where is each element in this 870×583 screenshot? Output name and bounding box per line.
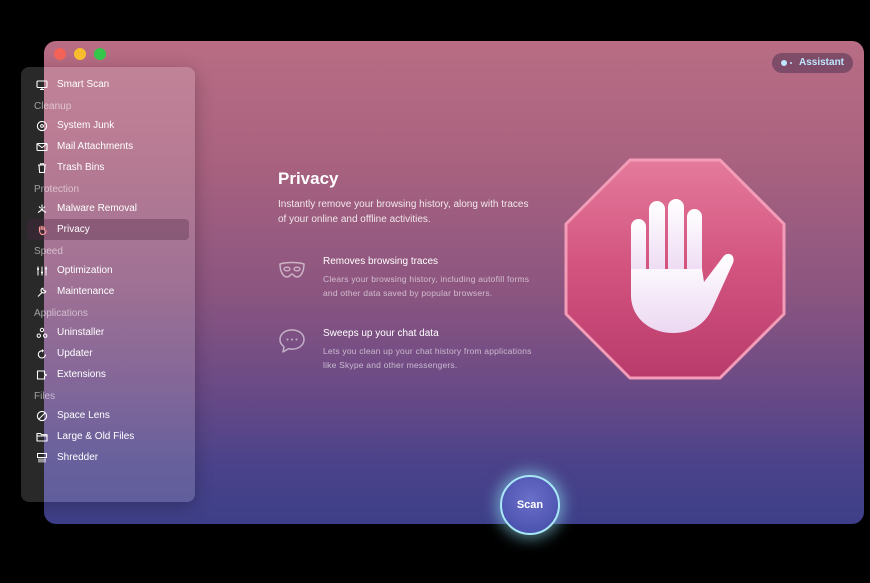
sidebar-item-malware-removal[interactable]: Malware Removal bbox=[27, 198, 189, 219]
sidebar-item-system-junk[interactable]: System Junk bbox=[27, 115, 189, 136]
sidebar-item-label: Updater bbox=[57, 348, 93, 359]
section-speed: Speed bbox=[34, 246, 63, 257]
page-subtitle: Instantly remove your browsing history, … bbox=[278, 199, 529, 225]
mask-icon bbox=[277, 258, 307, 284]
feature-chat-data: Sweeps up your chat data Lets you clean … bbox=[323, 328, 538, 372]
feature-browsing-traces: Removes browsing traces Clears your brow… bbox=[323, 256, 538, 300]
uninstaller-icon bbox=[35, 326, 48, 339]
sidebar-item-extensions[interactable]: Extensions bbox=[27, 364, 189, 385]
sidebar: Smart Scan Cleanup System Junk Mail Atta… bbox=[21, 67, 195, 502]
assistant-button[interactable]: Assistant bbox=[772, 53, 853, 73]
traffic-lights bbox=[54, 48, 106, 60]
section-cleanup: Cleanup bbox=[34, 101, 72, 112]
minimize-window-button[interactable] bbox=[74, 48, 86, 60]
section-files: Files bbox=[34, 391, 56, 402]
monitor-icon bbox=[35, 78, 48, 91]
feature-description: Lets you clean up your chat history from… bbox=[323, 346, 532, 370]
sidebar-item-maintenance[interactable]: Maintenance bbox=[27, 281, 189, 302]
feature-title: Removes browsing traces bbox=[323, 256, 439, 267]
sidebar-item-label: Smart Scan bbox=[57, 79, 110, 90]
extensions-icon bbox=[35, 368, 48, 381]
sidebar-item-label: Trash Bins bbox=[57, 162, 105, 173]
scan-button-wrapper: Scan bbox=[487, 462, 573, 548]
sidebar-item-shredder[interactable]: Shredder bbox=[27, 447, 189, 468]
sidebar-item-space-lens[interactable]: Space Lens bbox=[27, 405, 189, 426]
scan-label: Scan bbox=[516, 499, 544, 511]
biohazard-icon bbox=[35, 202, 48, 215]
sidebar-item-label: Uninstaller bbox=[57, 327, 105, 338]
lens-icon bbox=[35, 409, 48, 422]
assistant-small-dot-icon bbox=[790, 62, 792, 64]
sidebar-item-optimization[interactable]: Optimization bbox=[27, 260, 189, 281]
sidebar-item-label: Shredder bbox=[57, 452, 99, 463]
sidebar-item-trash-bins[interactable]: Trash Bins bbox=[27, 157, 189, 178]
sliders-icon bbox=[35, 264, 48, 277]
sidebar-item-label: Malware Removal bbox=[57, 203, 138, 214]
page-title: Privacy bbox=[278, 169, 339, 188]
trash-icon bbox=[35, 161, 48, 174]
chat-bubble-icon bbox=[277, 327, 307, 353]
shredder-icon bbox=[35, 451, 48, 464]
sidebar-item-large-old-files[interactable]: Large & Old Files bbox=[27, 426, 189, 447]
feature-description: Clears your browsing history, including … bbox=[323, 274, 530, 298]
stop-hand-icon bbox=[563, 157, 787, 381]
feature-title: Sweeps up your chat data bbox=[323, 328, 439, 339]
sidebar-item-uninstaller[interactable]: Uninstaller bbox=[27, 322, 189, 343]
sidebar-item-label: Large & Old Files bbox=[57, 431, 135, 442]
section-protection: Protection bbox=[34, 184, 80, 195]
sidebar-item-label: Space Lens bbox=[57, 410, 110, 421]
scan-button[interactable]: Scan bbox=[500, 475, 560, 535]
updater-icon bbox=[35, 347, 48, 360]
sidebar-item-privacy[interactable]: Privacy bbox=[27, 219, 189, 240]
sidebar-item-label: System Junk bbox=[57, 120, 115, 131]
sidebar-item-label: Maintenance bbox=[57, 286, 115, 297]
assistant-dot-icon bbox=[781, 60, 787, 66]
hand-icon bbox=[35, 223, 48, 236]
wrench-icon bbox=[35, 285, 48, 298]
sidebar-item-label: Mail Attachments bbox=[57, 141, 134, 152]
sidebar-item-label: Privacy bbox=[57, 224, 90, 235]
sidebar-item-mail-attachments[interactable]: Mail Attachments bbox=[27, 136, 189, 157]
close-window-button[interactable] bbox=[54, 48, 66, 60]
sidebar-item-label: Extensions bbox=[57, 369, 106, 380]
envelope-icon bbox=[35, 140, 48, 153]
disc-icon bbox=[35, 119, 48, 132]
section-applications: Applications bbox=[34, 308, 88, 319]
folder-icon bbox=[35, 430, 48, 443]
assistant-label: Assistant bbox=[799, 57, 845, 68]
sidebar-item-label: Optimization bbox=[57, 265, 113, 276]
sidebar-item-smart-scan[interactable]: Smart Scan bbox=[27, 74, 189, 95]
sidebar-item-updater[interactable]: Updater bbox=[27, 343, 189, 364]
zoom-window-button[interactable] bbox=[94, 48, 106, 60]
